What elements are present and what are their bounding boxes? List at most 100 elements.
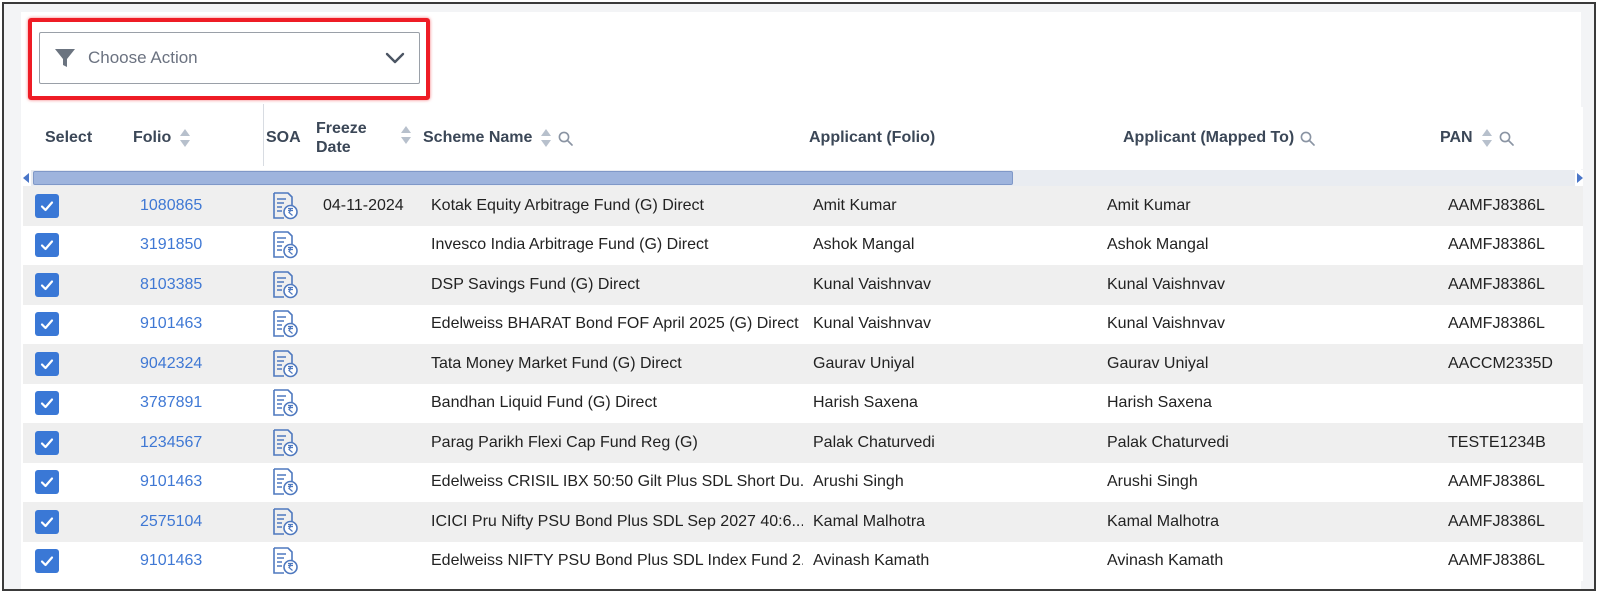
applicant-folio: Gaurav Uniyal — [803, 344, 1109, 384]
folio-link[interactable]: 9042324 — [140, 344, 202, 384]
folio-link[interactable]: 3191850 — [140, 226, 202, 266]
pan-value: AAMFJ8386L — [1448, 196, 1545, 214]
scroll-right-arrow[interactable] — [1577, 173, 1583, 183]
scheme-name: Kotak Equity Arbitrage Fund (G) Direct — [431, 196, 704, 214]
column-header-soa: SOA — [266, 129, 301, 146]
table-row: 3191850 Invesco India Arbitrage Fund (G)… — [23, 225, 1583, 266]
table-row: 9101463 Edelweiss CRISIL IBX 50:50 Gilt … — [23, 462, 1583, 503]
pan-value: AAMFJ8386L — [1448, 552, 1545, 570]
applicant-mapped: Kunal Vaishnvav — [1097, 265, 1403, 305]
table-body: 1080865 04-11-2024 Kotak Equity Arbitrag… — [23, 186, 1583, 581]
applicant-mapped: Kunal Vaishnvav — [1097, 304, 1403, 344]
applicant-folio: Kunal Vaishnvav — [803, 265, 1109, 305]
folio-link[interactable]: 8103385 — [140, 265, 202, 305]
folio-link[interactable]: 2575104 — [140, 502, 202, 542]
applicant-mapped: Amit Kumar — [1097, 186, 1403, 226]
choose-action-label: Choose Action — [88, 48, 198, 67]
column-header-applicant-folio: Applicant (Folio) — [809, 129, 936, 146]
search-icon[interactable] — [1300, 131, 1316, 146]
applicant-folio: Palak Chaturvedi — [803, 423, 1109, 463]
search-icon[interactable] — [558, 131, 574, 146]
checkmark-icon — [40, 280, 54, 290]
statement-icon[interactable] — [271, 191, 299, 221]
table-header: Select Folio SOA Freeze Date Scheme Name… — [23, 107, 1583, 169]
row-checkbox[interactable] — [35, 312, 59, 337]
table-row: 9101463 Edelweiss NIFTY PSU Bond Plus SD… — [23, 541, 1583, 582]
applicant-mapped: Gaurav Uniyal — [1097, 344, 1403, 384]
row-checkbox[interactable] — [35, 351, 59, 376]
checkmark-icon — [40, 517, 54, 527]
applicant-folio: Arushi Singh — [803, 462, 1109, 502]
sort-icon[interactable] — [1481, 128, 1493, 148]
search-icon[interactable] — [1499, 131, 1514, 146]
app-frame: Choose Action Select Folio SOA Freeze Da… — [2, 2, 1596, 591]
folio-link[interactable]: 9101463 — [140, 305, 202, 345]
statement-icon[interactable] — [271, 428, 299, 458]
table-row: 2575104 ICICI Pru Nifty PSU Bond Plus SD… — [23, 502, 1583, 542]
column-header-folio[interactable]: Folio — [133, 107, 191, 169]
column-header-pan[interactable]: PAN — [1440, 107, 1514, 169]
folio-link[interactable]: 9101463 — [140, 542, 202, 582]
checkmark-icon — [40, 438, 54, 448]
applicant-folio: Kunal Vaishnvav — [803, 304, 1109, 344]
statement-icon[interactable] — [271, 388, 299, 418]
applicant-mapped: Avinash Kamath — [1097, 541, 1403, 581]
row-checkbox[interactable] — [35, 193, 59, 218]
scheme-name: Invesco India Arbitrage Fund (G) Direct — [431, 236, 709, 254]
statement-icon[interactable] — [271, 467, 299, 497]
table-row: 1080865 04-11-2024 Kotak Equity Arbitrag… — [23, 186, 1583, 226]
checkmark-icon — [40, 398, 54, 409]
choose-action-dropdown[interactable]: Choose Action — [39, 32, 420, 84]
statement-icon[interactable] — [271, 546, 299, 576]
statement-icon[interactable] — [271, 309, 299, 339]
column-header-scheme-name[interactable]: Scheme Name — [423, 107, 574, 169]
row-checkbox[interactable] — [35, 233, 59, 258]
folio-link[interactable]: 9101463 — [140, 463, 202, 503]
pan-value: AAMFJ8386L — [1448, 315, 1545, 333]
applicant-mapped: Arushi Singh — [1097, 462, 1403, 502]
checkmark-icon — [40, 477, 54, 488]
sort-icon[interactable] — [400, 125, 412, 145]
folio-link[interactable]: 3787891 — [140, 384, 202, 424]
folio-link[interactable]: 1234567 — [140, 423, 202, 463]
sort-icon[interactable] — [540, 128, 552, 148]
row-checkbox[interactable] — [35, 272, 59, 297]
filter-icon — [55, 49, 75, 67]
row-checkbox[interactable] — [35, 430, 59, 455]
pan-value: TESTE1234B — [1448, 433, 1546, 451]
horizontal-scrollbar[interactable] — [23, 170, 1583, 186]
column-header-applicant-mapped[interactable]: Applicant (Mapped To) — [1123, 107, 1316, 169]
sort-icon[interactable] — [179, 128, 191, 148]
scheme-name: Edelweiss NIFTY PSU Bond Plus SDL Index … — [431, 552, 811, 570]
scheme-name: Edelweiss BHARAT Bond FOF April 2025 (G)… — [431, 315, 799, 333]
checkmark-icon — [40, 240, 54, 251]
applicant-folio: Ashok Mangal — [803, 225, 1109, 265]
checkmark-icon — [40, 359, 54, 369]
column-header-freeze-date[interactable]: Freeze Date — [316, 107, 367, 169]
row-checkbox[interactable] — [35, 470, 59, 495]
row-checkbox[interactable] — [35, 549, 59, 574]
row-checkbox[interactable] — [35, 391, 59, 416]
applicant-mapped: Ashok Mangal — [1097, 225, 1403, 265]
freeze-date: 04-11-2024 — [323, 196, 404, 214]
column-divider — [263, 104, 264, 166]
statement-icon[interactable] — [271, 507, 299, 537]
row-checkbox[interactable] — [35, 509, 59, 534]
scheme-name: ICICI Pru Nifty PSU Bond Plus SDL Sep 20… — [431, 512, 805, 530]
table-row: 1234567 Parag Parikh Flexi Cap Fund Reg … — [23, 423, 1583, 463]
statement-icon[interactable] — [271, 230, 299, 260]
applicant-mapped: Harish Saxena — [1097, 383, 1403, 423]
table-row: 8103385 DSP Savings Fund (G) Direct Kuna… — [23, 265, 1583, 305]
table-row: 9101463 Edelweiss BHARAT Bond FOF April … — [23, 304, 1583, 345]
applicant-folio: Avinash Kamath — [803, 541, 1109, 581]
checkmark-icon — [40, 319, 54, 330]
statement-icon[interactable] — [271, 270, 299, 300]
checkmark-icon — [40, 556, 54, 567]
applicant-folio: Kamal Malhotra — [803, 502, 1109, 542]
chevron-down-icon — [385, 52, 405, 64]
scheme-name: Edelweiss CRISIL IBX 50:50 Gilt Plus SDL… — [431, 473, 811, 491]
scroll-left-arrow[interactable] — [23, 173, 29, 183]
folio-link[interactable]: 1080865 — [140, 186, 202, 226]
statement-icon[interactable] — [271, 349, 299, 379]
scrollbar-thumb[interactable] — [33, 171, 1013, 185]
